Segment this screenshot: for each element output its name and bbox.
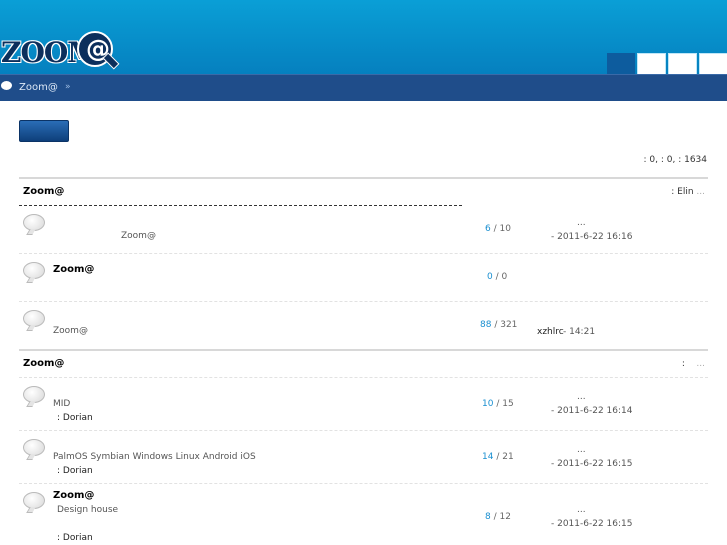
forum-bubble-icon <box>23 439 45 456</box>
logo-magnifier-handle <box>102 52 120 70</box>
forum-counts: 88 / 321 <box>480 320 518 330</box>
forum-last-post-title[interactable]: ... <box>577 392 586 402</box>
category-moderator: : Elin ... <box>671 187 705 197</box>
forum-moderator[interactable]: : Dorian <box>57 533 93 543</box>
forum-counts: 8 / 12 <box>485 512 511 522</box>
forum-description: PalmOS Symbian Windows Linux Android iOS <box>53 452 256 462</box>
forum-stats: : 0, : 0, : 1634 <box>643 155 707 165</box>
forum-moderator[interactable]: : Dorian <box>57 413 93 423</box>
category-divider <box>19 349 708 351</box>
forum-counts: 0 / 0 <box>487 272 508 282</box>
category-divider <box>19 177 708 179</box>
forum-last-post-title[interactable]: ... <box>577 218 586 228</box>
new-post-button[interactable] <box>19 120 69 142</box>
breadcrumb-separator: » <box>65 82 71 92</box>
home-bubble-icon <box>1 81 12 90</box>
forum-title[interactable]: Zoom@ <box>53 264 94 275</box>
forum-last-post-time: - 2011-6-22 16:16 <box>551 232 633 242</box>
header-tab-2[interactable] <box>637 53 666 75</box>
breadcrumb-bar: Zoom@ » <box>0 74 727 101</box>
category-moderator: : ... <box>681 359 705 369</box>
forum-bubble-icon <box>23 492 45 509</box>
forum-last-post-time: - 14:21 <box>563 327 596 337</box>
category-dashed-divider <box>19 205 462 206</box>
site-header: ZOOM @ <box>0 0 727 75</box>
forum-title[interactable]: Zoom@ <box>53 490 94 501</box>
forum-counts: 10 / 15 <box>482 399 514 409</box>
header-tab-3[interactable] <box>668 53 697 75</box>
row-divider <box>19 430 708 431</box>
header-tab-1[interactable] <box>607 53 635 75</box>
row-divider <box>19 377 708 378</box>
category-title[interactable]: Zoom@ <box>23 358 64 369</box>
forum-bubble-icon <box>23 386 45 403</box>
forum-counts: 6 / 10 <box>485 224 511 234</box>
forum-last-post-time: - 2011-6-22 16:15 <box>551 519 633 529</box>
forum-bubble-icon <box>23 214 45 231</box>
row-divider <box>19 253 708 254</box>
forum-description: Design house <box>57 505 119 515</box>
forum-counts: 14 / 21 <box>482 452 514 462</box>
row-divider <box>19 301 708 302</box>
forum-description: MID <box>53 399 71 409</box>
forum-last-post-user[interactable]: xzhlrc <box>537 327 564 337</box>
forum-description: Zoom@ <box>121 231 156 241</box>
breadcrumb-home-link[interactable]: Zoom@ <box>19 82 58 93</box>
row-divider <box>19 483 708 484</box>
category-title[interactable]: Zoom@ <box>23 186 64 197</box>
forum-last-post-title[interactable]: ... <box>577 505 586 515</box>
forum-last-post-title[interactable]: ... <box>577 445 586 455</box>
forum-moderator[interactable]: : Dorian <box>57 466 93 476</box>
header-tab-4[interactable] <box>699 53 727 75</box>
forum-description: Zoom@ <box>53 326 88 336</box>
site-logo[interactable]: ZOOM @ <box>0 14 120 70</box>
forum-last-post-time: - 2011-6-22 16:15 <box>551 459 633 469</box>
forum-last-post-time: - 2011-6-22 16:14 <box>551 406 633 416</box>
forum-bubble-icon <box>23 262 45 279</box>
forum-bubble-icon <box>23 310 45 327</box>
